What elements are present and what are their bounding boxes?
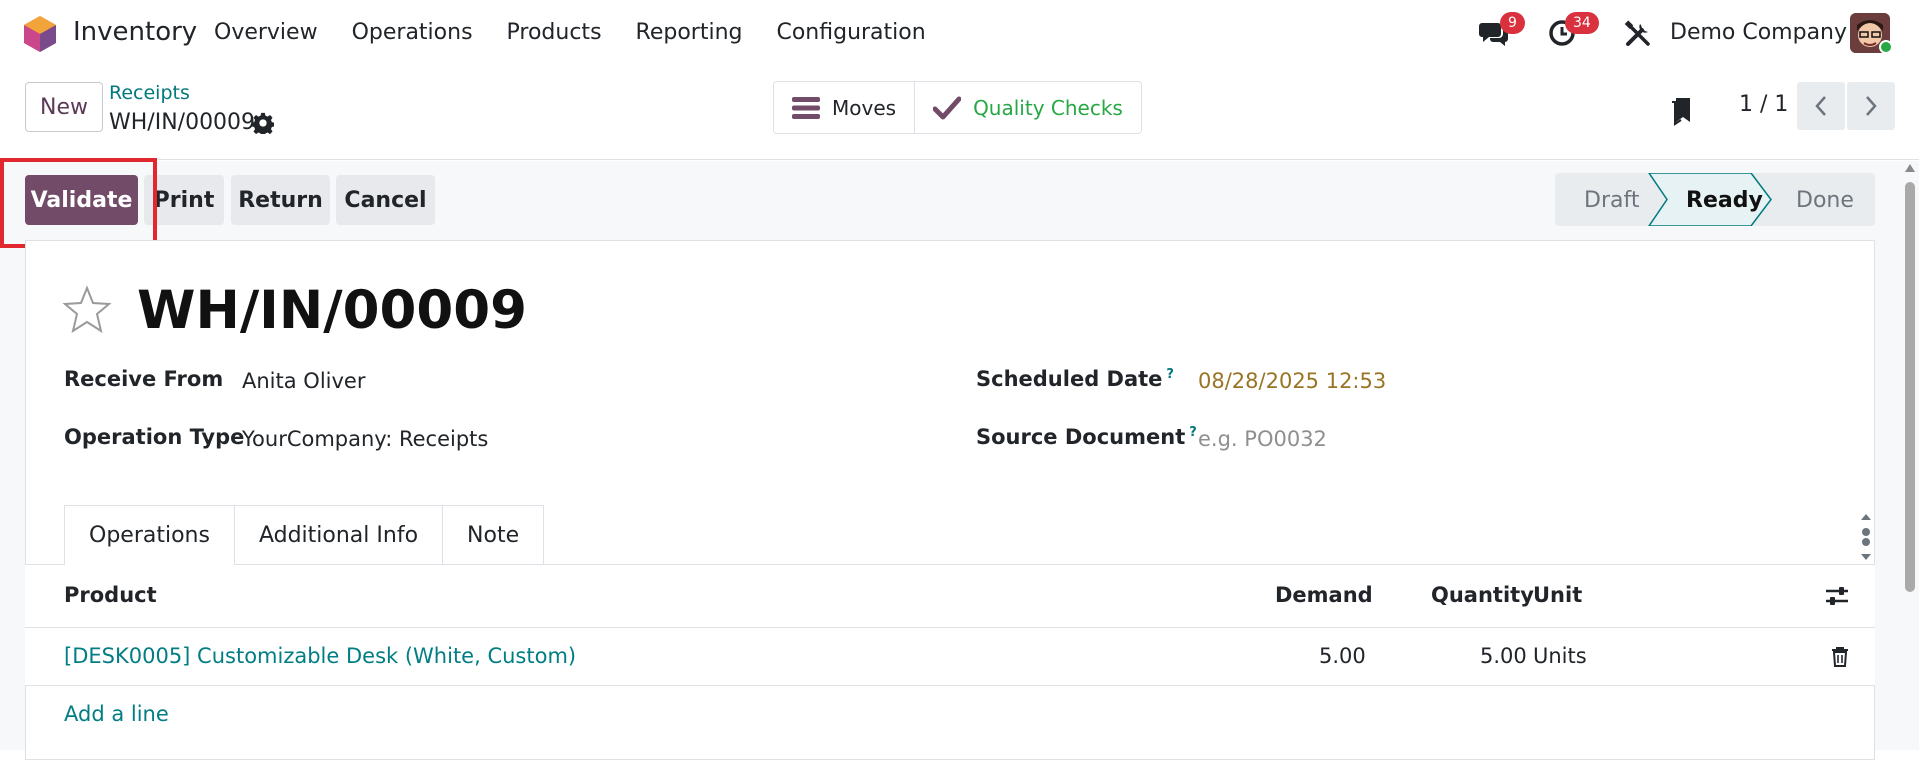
new-button[interactable]: New [25,82,103,132]
column-unit[interactable]: Unit [1533,583,1582,607]
receive-from-label: Receive From [64,367,224,391]
scheduled-date-label: Scheduled Date? [976,367,1174,391]
operations-table-header: Product Demand Quantity Unit [25,565,1875,628]
scrollbar-thumb[interactable] [1905,182,1915,592]
control-panel: New Receipts WH/IN/00009 Moves Quality C… [0,68,1919,160]
row-demand[interactable]: 5.00 [1319,644,1366,668]
main-menu: Overview Operations Products Reporting C… [214,20,926,45]
inventory-app-icon[interactable] [22,14,58,54]
source-document-label: Source Document? [976,425,1197,449]
menu-operations[interactable]: Operations [352,20,473,45]
top-navbar: Inventory Overview Operations Products R… [0,0,1919,68]
debug-tools-icon[interactable] [1624,20,1652,48]
chevron-left-icon [1815,96,1826,116]
receive-from-field[interactable]: Anita Oliver [242,369,365,393]
activities-badge: 34 [1565,12,1599,34]
stage-draft[interactable]: Draft [1584,188,1639,213]
pager-buttons [1797,82,1895,130]
list-icon [792,96,820,119]
scheduled-date-help-icon[interactable]: ? [1166,367,1174,382]
optional-columns-icon[interactable] [1825,585,1849,607]
pager-value[interactable]: 1 / 1 [1739,92,1788,117]
cancel-button[interactable]: Cancel [336,175,435,225]
stage-done[interactable]: Done [1796,188,1854,213]
validate-highlight-box [0,158,157,248]
quality-checks-smart-button[interactable]: Quality Checks [914,82,1141,133]
app-name[interactable]: Inventory [73,17,197,47]
tab-note[interactable]: Note [443,505,545,565]
menu-overview[interactable]: Overview [214,20,318,45]
record-title: WH/IN/00009 [137,280,527,341]
source-document-field[interactable]: e.g. PO0032 [1198,427,1327,451]
drag-handle-icon[interactable] [1858,512,1874,562]
gear-icon[interactable] [252,112,274,134]
row-product[interactable]: [DESK0005] Customizable Desk (White, Cus… [64,644,576,668]
pager-next-button[interactable] [1847,82,1895,130]
tab-additional-info[interactable]: Additional Info [234,505,444,565]
stage-ready[interactable]: Ready [1686,188,1763,213]
trash-icon[interactable] [1831,646,1849,668]
menu-reporting[interactable]: Reporting [636,20,743,45]
attachment-bookmark-icon[interactable] [1670,96,1694,126]
scroll-up-arrow-icon[interactable] [1905,164,1915,172]
row-quantity[interactable]: 5.00 [1480,644,1527,668]
scheduled-date-field[interactable]: 08/28/2025 12:53 [1198,369,1386,393]
online-status-dot [1879,40,1893,54]
breadcrumb-current-record: WH/IN/00009 [109,110,256,135]
company-switcher[interactable]: Demo Company [1670,20,1847,45]
notebook-tabs: Operations Additional Info Note [64,505,545,565]
menu-products[interactable]: Products [507,20,602,45]
moves-smart-button[interactable]: Moves [774,82,914,133]
moves-label: Moves [832,95,897,120]
table-row[interactable]: [DESK0005] Customizable Desk (White, Cus… [25,628,1875,686]
chevron-right-icon [1866,96,1877,116]
column-product[interactable]: Product [64,583,157,607]
favorite-star-icon[interactable] [62,285,112,335]
source-document-help-icon[interactable]: ? [1189,425,1197,440]
operation-type-field[interactable]: YourCompany: Receipts [242,427,488,451]
operation-type-label: Operation Type [64,425,245,449]
row-unit[interactable]: Units [1533,644,1587,668]
breadcrumb-receipts[interactable]: Receipts [109,82,190,104]
add-a-line-link[interactable]: Add a line [64,702,169,726]
menu-configuration[interactable]: Configuration [776,20,925,45]
pager-previous-button[interactable] [1797,82,1845,130]
smart-buttons: Moves Quality Checks [773,81,1142,134]
messages-badge: 9 [1500,12,1525,34]
tab-operations[interactable]: Operations [64,505,235,565]
return-button[interactable]: Return [231,175,330,225]
column-quantity[interactable]: Quantity [1431,583,1534,607]
checkmark-icon [933,96,962,119]
quality-checks-label: Quality Checks [973,95,1123,120]
column-demand[interactable]: Demand [1275,583,1373,607]
